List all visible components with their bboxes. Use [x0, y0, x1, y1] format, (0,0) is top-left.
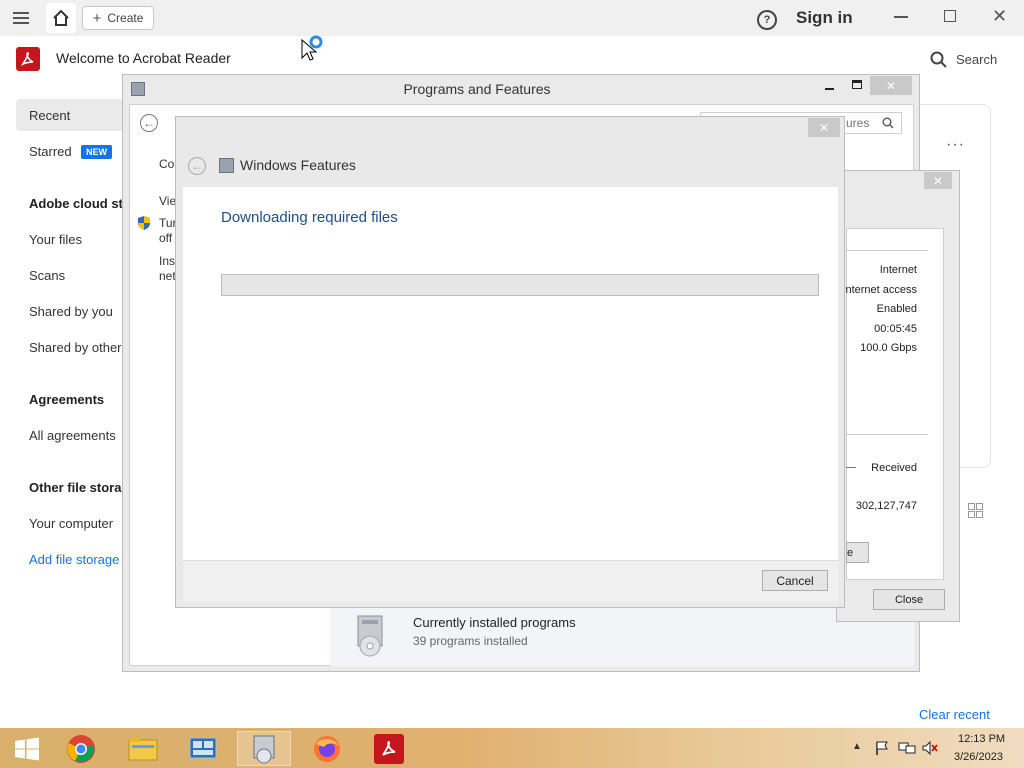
sidebar-item-scans[interactable]: Scans — [29, 268, 65, 283]
window-title: Programs and Features — [403, 81, 551, 97]
firefox-icon — [314, 735, 340, 762]
taskbar-acrobat-reader[interactable] — [362, 731, 416, 766]
network-status-pane — [846, 228, 944, 580]
close-button[interactable]: ✕ — [808, 118, 840, 137]
taskbar-file-explorer[interactable] — [116, 731, 170, 766]
more-options-icon[interactable]: ··· — [946, 136, 965, 154]
restore-icon[interactable] — [944, 10, 956, 22]
page-title: Welcome to Acrobat Reader — [56, 50, 231, 66]
installed-programs-icon — [352, 614, 390, 658]
sidebar-link-view-updates[interactable]: Vie — [159, 193, 176, 209]
sidebar-link-install-program[interactable]: Ins — [159, 253, 175, 269]
divider — [846, 467, 856, 468]
network-tray-icon[interactable] — [898, 740, 916, 761]
taskbar-network-connections[interactable] — [176, 731, 230, 766]
show-hidden-icons-icon[interactable]: ▲ — [852, 741, 862, 752]
windows-features-icon — [219, 158, 234, 173]
minimize-icon[interactable] — [825, 88, 834, 90]
dialog-content — [183, 187, 838, 560]
close-button[interactable]: ✕ — [924, 172, 952, 189]
sign-in-button[interactable]: Sign in — [796, 8, 853, 28]
installed-programs-title: Currently installed programs — [413, 615, 576, 630]
sidebar-item-all-agreements[interactable]: All agreements — [29, 428, 116, 443]
clock-time[interactable]: 12:13 PM — [958, 733, 1005, 745]
divider — [846, 434, 928, 435]
received-label: Received — [871, 462, 917, 474]
installed-programs-count: 39 programs installed — [413, 634, 528, 648]
search-placeholder: ures — [846, 116, 870, 130]
speed-value: 100.0 Gbps — [860, 342, 917, 354]
programs-icon — [253, 735, 275, 763]
back-arrow-icon[interactable]: ← — [188, 157, 206, 175]
busy-cursor-icon — [300, 34, 328, 67]
ipv6-connectivity-value: nternet access — [845, 284, 917, 296]
maximize-icon[interactable] — [852, 80, 862, 89]
hamburger-menu-icon[interactable] — [12, 9, 30, 27]
grid-view-icon[interactable] — [968, 503, 983, 523]
taskbar-chrome[interactable] — [54, 731, 108, 766]
divider — [846, 250, 928, 251]
download-progress-bar — [221, 274, 819, 296]
help-icon[interactable]: ? — [757, 10, 777, 30]
close-icon[interactable]: ✕ — [992, 6, 1007, 27]
ipv4-connectivity-value: Internet — [879, 264, 917, 276]
close-button[interactable]: Close — [873, 589, 945, 610]
folder-icon — [128, 736, 158, 760]
plus-icon: + — [92, 9, 102, 27]
shield-icon — [137, 215, 151, 236]
search-button[interactable]: Search — [956, 52, 997, 67]
create-label: Create — [107, 11, 144, 25]
minimize-icon[interactable] — [894, 16, 908, 18]
search-icon[interactable] — [882, 116, 894, 134]
duration-value: 00:05:45 — [874, 323, 917, 335]
sidebar-header-cloud: Adobe cloud sto — [29, 196, 131, 211]
sidebar-link-turn-features-line2[interactable]: off — [159, 230, 172, 246]
sidebar-link-install-program-line2[interactable]: net — [159, 268, 176, 284]
status-heading: Downloading required files — [221, 209, 398, 226]
sidebar-header-other-storage: Other file storag — [29, 480, 130, 495]
home-icon — [53, 9, 69, 26]
properties-button[interactable]: e — [846, 542, 869, 563]
home-button[interactable] — [46, 3, 76, 33]
media-state-value: Enabled — [876, 303, 917, 315]
sidebar-link-control-panel[interactable]: Co — [159, 156, 174, 172]
sidebar-item-shared-by-others[interactable]: Shared by others — [29, 340, 128, 355]
sidebar-header-agreements: Agreements — [29, 392, 105, 407]
sidebar-item-your-files[interactable]: Your files — [29, 232, 82, 247]
taskbar-programs-and-features[interactable] — [237, 731, 291, 766]
dialog-footer — [183, 560, 838, 602]
received-bytes-value: 302,127,747 — [855, 500, 917, 512]
sidebar-item-your-computer[interactable]: Your computer — [29, 516, 113, 531]
taskbar-firefox[interactable] — [300, 731, 354, 766]
acrobat-logo — [16, 47, 40, 71]
sidebar-link-turn-features[interactable]: Tur — [159, 215, 177, 231]
back-arrow-icon[interactable]: ← — [140, 114, 158, 132]
sidebar-item-starred[interactable]: Starred — [29, 144, 72, 159]
action-center-flag-icon[interactable] — [874, 740, 890, 761]
chrome-icon — [67, 734, 95, 763]
sidebar-item-shared-by-you[interactable]: Shared by you — [29, 304, 113, 319]
clock-date[interactable]: 3/26/2023 — [954, 751, 1003, 763]
search-icon[interactable] — [930, 51, 948, 74]
new-badge: NEW — [81, 145, 112, 159]
network-icon — [189, 737, 217, 758]
sidebar-item-recent[interactable]: Recent — [29, 108, 70, 123]
acrobat-icon — [374, 733, 404, 764]
cancel-button[interactable]: Cancel — [762, 570, 828, 591]
dialog-title: Windows Features — [240, 157, 356, 173]
volume-muted-icon[interactable] — [921, 740, 939, 761]
clear-recent-link[interactable]: Clear recent — [919, 707, 990, 722]
create-button[interactable]: + Create — [82, 6, 154, 30]
close-button[interactable]: ✕ — [870, 76, 912, 95]
start-button[interactable] — [0, 731, 54, 766]
add-file-storage-link[interactable]: Add file storage — [29, 552, 119, 567]
windows-start-icon — [15, 737, 39, 760]
